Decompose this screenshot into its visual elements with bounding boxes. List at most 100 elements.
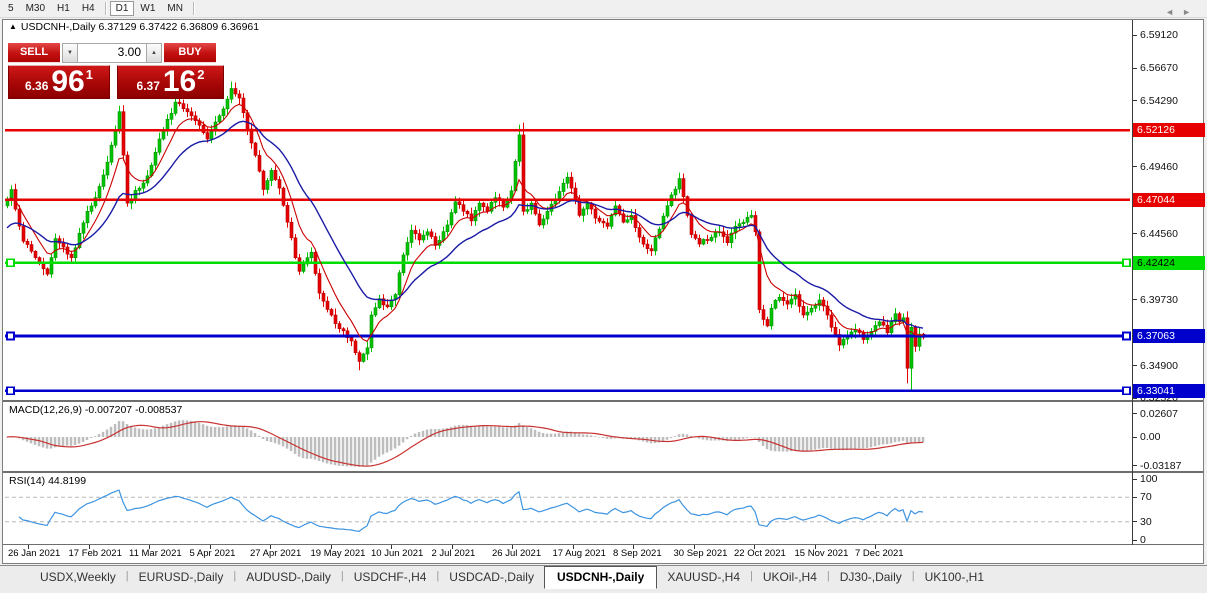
timeframe-button-m30[interactable]: M30 (20, 1, 51, 16)
sell-button[interactable]: SELL (8, 43, 60, 63)
axis-tick-label: 0.00 (1140, 431, 1160, 443)
tab-scroll-right-icon[interactable]: ► (1182, 7, 1199, 17)
date-label: 7 Dec 2021 (855, 548, 904, 559)
date-axis: 26 Jan 2021 17 Feb 2021 11 Mar 2021 5 Apr 2… (3, 545, 1203, 563)
chart-symbol-label: USDCNH-,Daily (21, 21, 96, 33)
date-label: 11 Mar 2021 (129, 548, 182, 559)
chart-tab-audusd-daily[interactable]: AUDUSD-,Daily (236, 566, 341, 587)
sell-price-small: 6.36 (25, 79, 48, 93)
timeframe-button-h1[interactable]: H1 (51, 1, 76, 16)
level-price-badge: 6.47044 (1133, 193, 1205, 207)
timeframe-button-5[interactable]: 5 (2, 1, 20, 16)
triangle-up-icon: ▲ (151, 50, 157, 56)
horizontal-level-lines[interactable] (5, 130, 1130, 394)
tab-scroll-arrows[interactable]: ◄► (1165, 7, 1199, 17)
chart-tab-usdcnh-daily[interactable]: USDCNH-,Daily (544, 566, 657, 589)
axis-tick (1133, 413, 1137, 414)
date-label: 2 Jul 2021 (432, 548, 476, 559)
axis-tick-label: 6.54290 (1140, 95, 1178, 107)
axis-tick-label: 6.34900 (1140, 360, 1178, 372)
buy-button[interactable]: BUY (164, 43, 216, 63)
level-price-badge: 6.37063 (1133, 329, 1205, 343)
timeframe-button-d1[interactable]: D1 (110, 1, 135, 16)
triangle-down-icon: ▼ (67, 50, 73, 56)
date-label: 15 Nov 2021 (795, 548, 849, 559)
date-label: 5 Apr 2021 (190, 548, 236, 559)
timeframe-button-h4[interactable]: H4 (76, 1, 101, 16)
axis-tick-label: 0.02607 (1140, 408, 1178, 420)
tab-scroll-left-icon[interactable]: ◄ (1165, 7, 1182, 17)
date-label: 26 Jan 2021 (8, 548, 60, 559)
axis-tick (1133, 233, 1137, 234)
timeframe-button-w1[interactable]: W1 (134, 1, 161, 16)
axis-tick-label: 6.59120 (1140, 29, 1178, 41)
chart-tab-uk100-h1[interactable]: UK100-,H1 (915, 566, 994, 587)
chart-tab-ukoil-h4[interactable]: UKOil-,H4 (753, 566, 827, 587)
axis-tick (1133, 521, 1137, 522)
axis-tick (1133, 465, 1137, 466)
axis-tick (1133, 365, 1137, 366)
sell-price-big: 96 (51, 67, 84, 97)
axis-tick (1133, 100, 1137, 101)
chart-tab-eurusd-daily[interactable]: EURUSD-,Daily (129, 566, 234, 587)
date-label: 26 Jul 2021 (492, 548, 541, 559)
date-label: 17 Aug 2021 (553, 548, 606, 559)
price-axis-border (1132, 20, 1133, 545)
axis-tick (1133, 299, 1137, 300)
axis-tick (1133, 497, 1137, 498)
axis-tick (1133, 437, 1137, 438)
sell-price-box[interactable]: 6.36 96 1 (8, 65, 110, 99)
axis-tick-label: 6.56670 (1140, 62, 1178, 74)
date-label: 8 Sep 2021 (613, 548, 662, 559)
date-label: 30 Sep 2021 (674, 548, 728, 559)
buy-price-big: 16 (163, 67, 196, 97)
rsi-indicator-panel[interactable] (3, 473, 1132, 544)
buy-price-sup: 2 (197, 67, 204, 82)
axis-tick-label: 6.44560 (1140, 228, 1178, 240)
axis-tick (1133, 540, 1137, 541)
chart-tab-dj30-daily[interactable]: DJ30-,Daily (830, 566, 912, 587)
buy-price-box[interactable]: 6.37 16 2 (117, 65, 224, 99)
trade-panel-top-row: SELL ▼ 3.00 ▲ BUY (8, 43, 226, 63)
one-click-trading-panel: SELL ▼ 3.00 ▲ BUY 6.36 96 1 6.37 16 2 (8, 43, 226, 99)
chart-tab-xauusd-h4[interactable]: XAUUSD-,H4 (657, 566, 750, 587)
axis-tick-label: 30 (1140, 516, 1152, 528)
date-label: 19 May 2021 (311, 548, 366, 559)
axis-tick (1133, 479, 1137, 480)
trade-panel-price-row: 6.36 96 1 6.37 16 2 (8, 65, 226, 99)
axis-tick-label: 100 (1140, 473, 1158, 485)
axis-tick-label: -0.03187 (1140, 460, 1181, 472)
buy-price-small: 6.37 (137, 79, 160, 93)
level-price-badge: 6.42424 (1133, 256, 1205, 270)
level-price-badge: 6.52126 (1133, 123, 1205, 137)
chart-tab-usdcad-daily[interactable]: USDCAD-,Daily (439, 566, 544, 587)
macd-label: MACD(12,26,9) -0.007207 -0.008537 (9, 404, 182, 416)
axis-tick (1133, 398, 1137, 399)
axis-tick (1133, 68, 1137, 69)
volume-input[interactable]: 3.00 (78, 43, 146, 63)
symbol-triangle-icon: ▲ (9, 22, 17, 31)
date-label: 27 Apr 2021 (250, 548, 301, 559)
axis-tick-label: 6.39730 (1140, 294, 1178, 306)
chart-tab-usdx-weekly[interactable]: USDX,Weekly (30, 566, 126, 587)
volume-increase-button[interactable]: ▲ (146, 43, 162, 63)
date-label: 10 Jun 2021 (371, 548, 423, 559)
chart-tab-bar: USDX,Weekly|EURUSD-,Daily|AUDUSD-,Daily|… (0, 565, 1207, 593)
level-price-badge: 6.33041 (1133, 384, 1205, 398)
volume-decrease-button[interactable]: ▼ (62, 43, 78, 63)
date-label: 17 Feb 2021 (69, 548, 122, 559)
mt4-window: 5M30H1H4 D1W1MN ▲ USDCNH-,Daily 6.37129 6.… (0, 0, 1207, 593)
chart-title: ▲ USDCNH-,Daily 6.37129 6.37422 6.36809 6… (9, 21, 259, 33)
timeframe-button-mn[interactable]: MN (161, 1, 189, 16)
toolbar-separator (105, 2, 106, 15)
axis-tick (1133, 35, 1137, 36)
sell-price-sup: 1 (86, 67, 93, 82)
toolbar-separator (193, 2, 194, 15)
chart-ohlc-values: 6.37129 6.37422 6.36809 6.36961 (99, 21, 260, 33)
axis-tick (1133, 166, 1137, 167)
axis-tick-label: 70 (1140, 491, 1152, 503)
axis-tick-label: 6.49460 (1140, 161, 1178, 173)
chart-tab-usdchf-h4[interactable]: USDCHF-,H4 (344, 566, 437, 587)
date-label: 22 Oct 2021 (734, 548, 786, 559)
timeframe-toolbar: 5M30H1H4 D1W1MN (0, 0, 1207, 18)
